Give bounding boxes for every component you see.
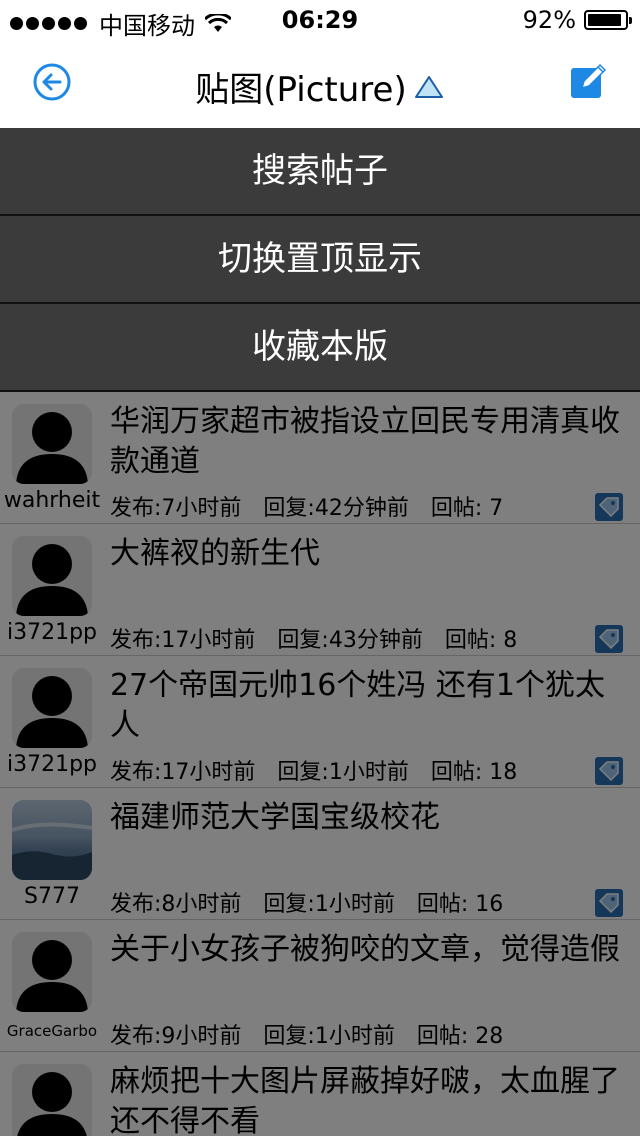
menu-item-toggle-pinned[interactable]: 切换置顶显示 [0, 216, 640, 304]
board-menu: 搜索帖子 切换置顶显示 收藏本版 [0, 128, 640, 392]
battery-percent: 92% [522, 6, 576, 34]
board-title[interactable]: 贴图(Picture) [0, 62, 640, 111]
status-bar: 中国移动 06:29 92% [0, 0, 640, 40]
triangle-up-icon [414, 75, 443, 98]
nav-bar: 贴图(Picture) [0, 40, 640, 128]
menu-item-search-posts[interactable]: 搜索帖子 [0, 128, 640, 216]
page-title: 贴图(Picture) [195, 70, 407, 110]
menu-item-favorite-board[interactable]: 收藏本版 [0, 304, 640, 392]
dim-overlay[interactable] [0, 392, 640, 1136]
compose-icon[interactable] [568, 62, 608, 102]
battery-icon [584, 10, 632, 30]
